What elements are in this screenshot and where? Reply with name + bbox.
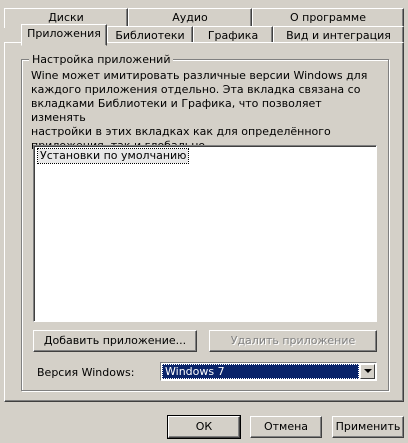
tab-applications[interactable]: Приложения (21, 24, 107, 46)
ok-button[interactable]: ОК (167, 415, 241, 439)
wine-config-dialog: Диски Аудио О программе Приложения Библи… (0, 0, 408, 443)
tab-desktop-integration-label: Вид и интеграция (286, 29, 391, 42)
chevron-down-icon (364, 369, 372, 373)
apply-button[interactable]: Применить (332, 416, 404, 438)
windows-version-select[interactable]: Windows 7 (160, 362, 377, 381)
remove-application-label: Удалить приложение (230, 334, 356, 347)
apply-label: Применить (335, 420, 401, 433)
tab-applications-label: Приложения (27, 27, 101, 40)
cancel-label: Отмена (263, 420, 309, 433)
list-item-default-settings[interactable]: Установки по умолчанию (36, 148, 190, 164)
group-description: Wine может имитировать различные версии … (31, 69, 368, 152)
tab-about-label: О программе (290, 11, 366, 24)
remove-application-button[interactable]: Удалить приложение (209, 330, 377, 352)
ok-label: ОК (195, 420, 213, 433)
tab-graphics-label: Графика (207, 29, 259, 42)
tab-libraries-label: Библиотеки (115, 29, 185, 42)
cancel-button[interactable]: Отмена (250, 416, 322, 438)
tab-audio[interactable]: Аудио (128, 8, 252, 28)
windows-version-value: Windows 7 (162, 364, 359, 379)
application-list[interactable]: Установки по умолчанию (33, 145, 377, 322)
windows-version-label: Версия Windows: (37, 366, 135, 379)
tab-audio-label: Аудио (172, 11, 208, 24)
tab-drives-label: Диски (48, 11, 84, 24)
tab-about[interactable]: О программе (252, 8, 404, 28)
group-title: Настройка приложений (29, 53, 174, 66)
add-application-button[interactable]: Добавить приложение... (33, 330, 197, 352)
add-application-label: Добавить приложение... (43, 334, 187, 347)
dropdown-arrow-button[interactable] (360, 364, 375, 379)
